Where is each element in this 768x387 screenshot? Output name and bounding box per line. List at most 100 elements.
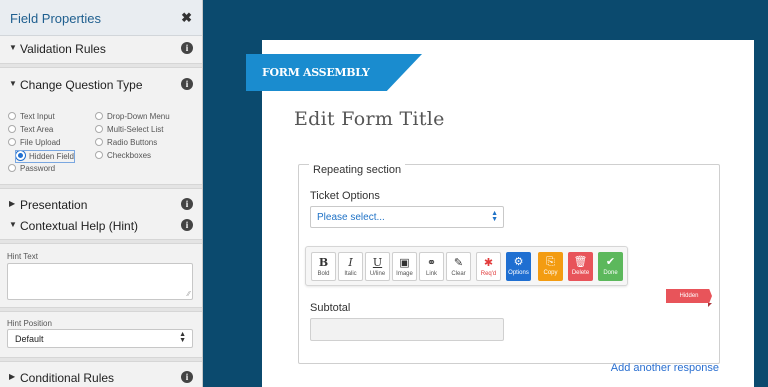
caret-right-icon: ▶ xyxy=(9,372,16,381)
add-another-response-link[interactable]: Add another response xyxy=(611,362,719,374)
divider xyxy=(0,357,202,362)
radio-password[interactable]: Password xyxy=(8,164,55,175)
radio-label: Text Input xyxy=(20,112,55,121)
panel-header: Field Properties ✖ xyxy=(0,0,202,36)
done-button[interactable]: ✔ Done xyxy=(598,252,623,281)
bold-button[interactable]: B Bold xyxy=(311,252,336,281)
info-icon[interactable]: i xyxy=(181,198,193,210)
radio-text-area[interactable]: Text Area xyxy=(8,125,53,136)
radio-hidden-field[interactable]: Hidden Field xyxy=(15,150,75,163)
underline-icon: U xyxy=(372,256,383,269)
info-icon[interactable]: i xyxy=(181,78,193,90)
radio-label: Radio Buttons xyxy=(107,138,158,147)
done-icon: ✔ xyxy=(605,255,616,268)
divider xyxy=(0,63,202,68)
bold-icon: B xyxy=(318,256,329,269)
section-label: Presentation xyxy=(20,198,88,212)
divider xyxy=(0,307,202,312)
updown-arrow-icon: ▲ ▼ xyxy=(179,331,186,344)
caret-right-icon: ▶ xyxy=(9,199,16,208)
bold-label: Bold xyxy=(317,271,330,277)
close-icon[interactable]: ✖ xyxy=(181,10,192,26)
section-label: Conditional Rules xyxy=(20,371,115,385)
italic-button[interactable]: I Italic xyxy=(338,252,363,281)
radio-file-upload[interactable]: File Upload xyxy=(8,138,60,149)
form-title[interactable]: Edit Form Title xyxy=(294,108,445,130)
copy-button[interactable]: ⎘ Copy xyxy=(538,252,563,281)
clear-label: Clear xyxy=(451,271,466,277)
radio-text-input[interactable]: Text Input xyxy=(8,112,55,123)
section-change-question-type[interactable]: ▼ Change Question Type i xyxy=(0,73,202,97)
caret-down-icon: ▼ xyxy=(9,220,17,229)
brand-logo: FORM ASSEMBLY xyxy=(246,54,422,91)
radio-icon xyxy=(95,112,103,120)
panel-title: Field Properties xyxy=(10,11,102,26)
underline-button[interactable]: U U/line xyxy=(365,252,390,281)
hint-position-label: Hint Position xyxy=(7,319,52,328)
brand-text: FORM ASSEMBLY xyxy=(262,66,370,79)
underline-label: U/line xyxy=(369,271,386,277)
section-validation-rules[interactable]: ▼ Validation Rules i xyxy=(0,37,202,61)
radio-icon xyxy=(95,151,103,159)
copy-icon: ⎘ xyxy=(546,255,555,268)
form-canvas: FORM ASSEMBLY Edit Form Title Repeating … xyxy=(246,40,754,387)
radio-icon xyxy=(8,138,16,146)
italic-icon: I xyxy=(348,256,353,269)
italic-label: Italic xyxy=(344,271,357,277)
link-button[interactable]: ⚭ Link xyxy=(419,252,444,281)
clear-icon: ✎ xyxy=(453,256,464,269)
radio-label: Password xyxy=(20,164,56,173)
clear-button[interactable]: ✎ Clear xyxy=(446,252,471,281)
radio-checkboxes[interactable]: Checkboxes xyxy=(95,151,151,162)
delete-button[interactable]: 🗑 Delete xyxy=(568,252,593,281)
radio-icon xyxy=(95,125,103,133)
section-contextual-help[interactable]: ▼ Contextual Help (Hint) i xyxy=(0,214,202,238)
link-icon: ⚭ xyxy=(426,256,437,269)
section-label: Change Question Type xyxy=(20,78,143,92)
hint-position-select[interactable]: Default ▲ ▼ xyxy=(7,329,193,348)
field-toolbar: B Bold I Italic U U/line ▣ Image ⚭ Link ✎ Clear ✱ Req… xyxy=(305,246,628,286)
radio-label: Drop-Down Menu xyxy=(107,112,170,121)
required-label: Req'd xyxy=(480,271,497,277)
subtotal-input[interactable] xyxy=(310,318,504,341)
hidden-badge: Hidden xyxy=(666,289,712,303)
radio-drop-down-menu[interactable]: Drop-Down Menu xyxy=(95,112,170,123)
radio-label: Checkboxes xyxy=(107,151,152,160)
radio-icon xyxy=(95,138,103,146)
radio-icon xyxy=(8,164,16,172)
caret-down-icon: ▼ xyxy=(9,79,17,88)
radio-label: Text Area xyxy=(20,125,54,134)
radio-selected-icon xyxy=(16,151,25,160)
ticket-options-label: Ticket Options xyxy=(310,190,380,202)
ticket-options-select[interactable]: Please select... ▲ ▼ xyxy=(310,206,504,228)
radio-radio-buttons[interactable]: Radio Buttons xyxy=(95,138,157,149)
image-icon: ▣ xyxy=(399,256,410,269)
info-icon[interactable]: i xyxy=(181,219,193,231)
required-button[interactable]: ✱ Req'd xyxy=(476,252,501,281)
info-icon[interactable]: i xyxy=(181,371,193,383)
hint-text-input[interactable]: ⁄⁄ xyxy=(7,263,193,300)
subtotal-label: Subtotal xyxy=(310,302,351,314)
radio-icon xyxy=(8,112,16,120)
resize-grip-icon[interactable]: ⁄⁄ xyxy=(188,291,190,298)
image-button[interactable]: ▣ Image xyxy=(392,252,417,281)
field-properties-panel: Field Properties ✖ ▼ Validation Rules i … xyxy=(0,0,203,387)
hint-text-label: Hint Text xyxy=(7,252,38,261)
ticket-options-value: Please select... xyxy=(317,212,385,223)
radio-multi-select-list[interactable]: Multi-Select List xyxy=(95,125,163,136)
radio-label: Hidden Field xyxy=(29,152,74,161)
options-button[interactable]: ⚙ Options xyxy=(506,252,531,281)
delete-label: Delete xyxy=(571,270,590,276)
divider xyxy=(0,239,202,244)
radio-label: Multi-Select List xyxy=(107,125,164,134)
divider xyxy=(0,184,202,189)
section-conditional-rules[interactable]: ▶ Conditional Rules i xyxy=(0,366,202,387)
section-legend: Repeating section xyxy=(309,164,406,176)
copy-label: Copy xyxy=(543,270,558,276)
info-icon[interactable]: i xyxy=(181,42,193,54)
section-label: Validation Rules xyxy=(20,42,106,56)
delete-icon: 🗑 xyxy=(573,255,588,268)
hint-position-value: Default xyxy=(15,334,44,344)
done-label: Done xyxy=(603,270,618,276)
radio-icon xyxy=(8,125,16,133)
